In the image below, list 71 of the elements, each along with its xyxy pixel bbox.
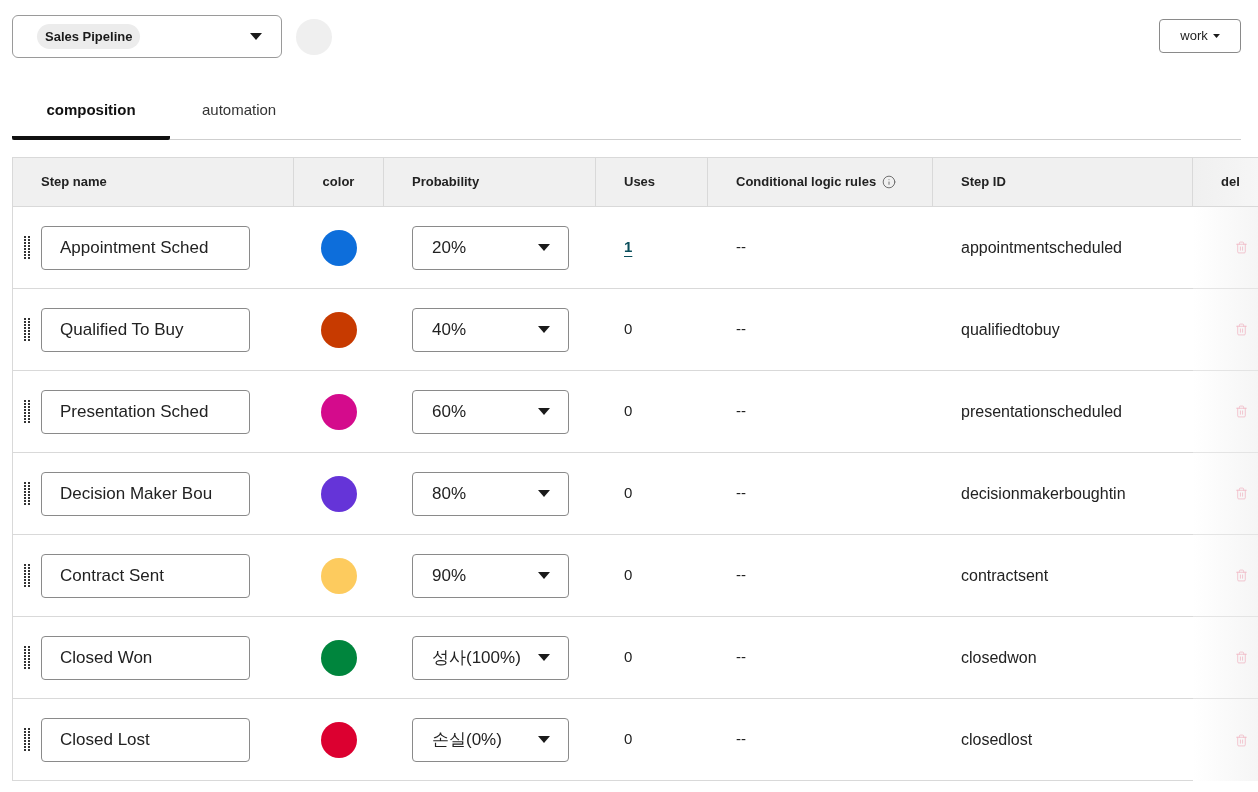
probability-select[interactable]: 90% [412, 553, 569, 598]
drag-handle-icon[interactable] [24, 728, 30, 751]
uses-count: 0 [624, 483, 633, 504]
uses-link[interactable]: 1 [624, 236, 633, 259]
probability-select[interactable]: 손실(0%) [412, 717, 569, 762]
table-cell-text: -- [736, 565, 746, 586]
drag-handle-icon[interactable] [24, 400, 30, 423]
column-header: Step ID [961, 173, 1006, 192]
caret-icon [538, 326, 550, 333]
color-swatch-icon[interactable] [321, 311, 357, 348]
color-swatch-icon[interactable] [321, 639, 357, 676]
info-icon[interactable] [882, 175, 897, 189]
probability-select[interactable]: 40% [412, 307, 569, 352]
table-cell-text: -- [736, 319, 746, 340]
tab[interactable]: automation [170, 85, 309, 140]
step-name-field[interactable]: Presentation Sched [41, 389, 250, 434]
table-cell-text: -- [736, 647, 746, 668]
color-swatch-icon[interactable] [321, 557, 357, 594]
table-cell-text: appointmentscheduled [961, 237, 1122, 258]
caret-icon [538, 408, 550, 415]
drag-handle-icon[interactable] [24, 236, 30, 259]
column-header: Uses [624, 173, 656, 192]
table-cell-text: decisionmakerboughtin [961, 483, 1126, 504]
column-header: del [1221, 173, 1240, 192]
tab[interactable]: composition [12, 85, 170, 140]
pipeline-select[interactable]: Sales Pipeline [12, 15, 282, 58]
column-header: Probability [412, 173, 480, 192]
step-name-field[interactable]: Closed Lost [41, 717, 250, 762]
column-header: color [322, 173, 355, 192]
step-name-field[interactable]: Qualified To Buy [41, 307, 250, 352]
uses-count: 0 [624, 319, 633, 340]
color-swatch-icon[interactable] [321, 475, 357, 512]
table-cell-text: -- [736, 483, 746, 504]
step-name-field[interactable]: Appointment Sched [41, 225, 250, 270]
uses-count: 0 [624, 401, 633, 422]
color-swatch-icon[interactable] [321, 721, 357, 758]
table-cell-text: presentationscheduled [961, 401, 1122, 422]
caret-icon [538, 654, 550, 661]
table-cell-text: qualifiedtobuy [961, 319, 1060, 340]
caret-icon [538, 490, 550, 497]
color-swatch-icon[interactable] [321, 393, 357, 430]
column-header: Step name [41, 173, 107, 192]
table-cell-text: -- [736, 401, 746, 422]
uses-count: 0 [624, 729, 633, 750]
caret-icon [1212, 34, 1220, 38]
table-cell-text: -- [736, 237, 746, 258]
probability-select[interactable]: 60% [412, 389, 569, 434]
uses-count: 0 [624, 565, 633, 586]
color-swatch-icon[interactable] [321, 229, 357, 266]
drag-handle-icon[interactable] [24, 318, 30, 341]
probability-select[interactable]: 20% [412, 225, 569, 270]
step-name-field[interactable]: Decision Maker Bou [41, 471, 250, 516]
table-cell-text: closedwon [961, 647, 1037, 668]
step-name-field[interactable]: Closed Won [41, 635, 250, 680]
table-cell-text: closedlost [961, 729, 1033, 750]
workspace-button[interactable]: work [1159, 19, 1241, 53]
caret-icon [250, 33, 262, 40]
caret-icon [538, 736, 550, 743]
caret-icon [538, 244, 550, 251]
table-cell-text: -- [736, 729, 746, 750]
uses-count: 0 [624, 647, 633, 668]
probability-select[interactable]: 80% [412, 471, 569, 516]
step-name-field[interactable]: Contract Sent [41, 553, 250, 598]
table-cell-text: contractsent [961, 565, 1049, 586]
drag-handle-icon[interactable] [24, 646, 30, 669]
caret-icon [538, 572, 550, 579]
column-header: Conditional logic rules [736, 173, 877, 192]
drag-handle-icon[interactable] [24, 482, 30, 505]
drag-handle-icon[interactable] [24, 564, 30, 587]
probability-select[interactable]: 성사(100%) [412, 635, 569, 680]
pipeline-tag: Sales Pipeline [37, 23, 141, 50]
